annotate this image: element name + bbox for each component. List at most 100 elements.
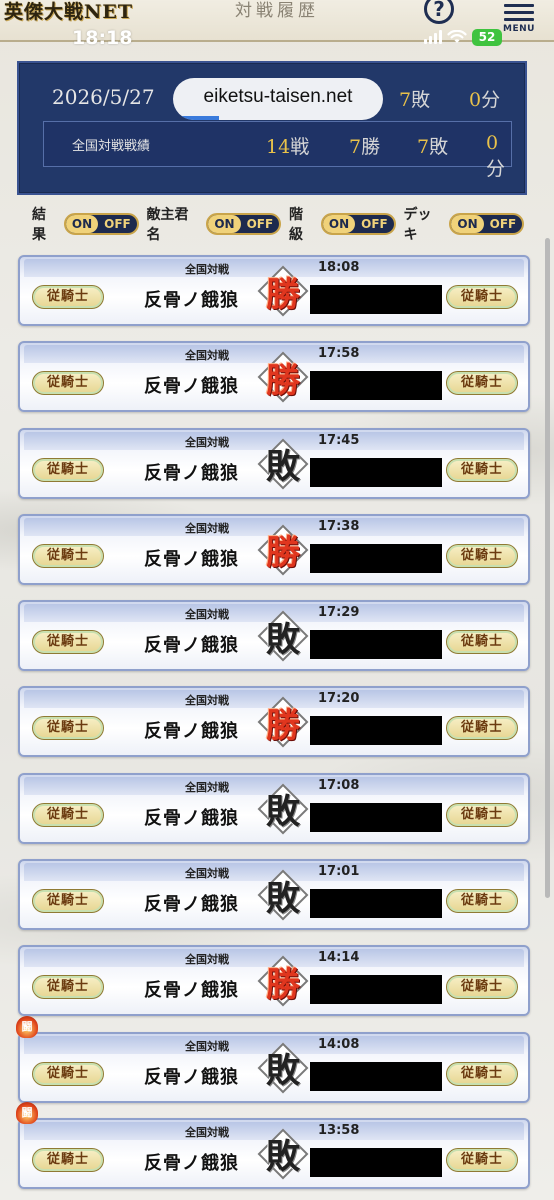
scrollbar[interactable] [545,238,550,898]
result-char: 敗 [266,619,300,660]
match-type: 全国対戦 [185,608,229,622]
rank-toggle[interactable]: ON OFF [320,213,396,235]
redacted-opponent-name [310,802,442,832]
match-row[interactable]: 従騎士 全国対戦 14:14 反骨ノ餓狼 勝 従騎士 [18,945,530,1017]
url-text: eiketsu-taisen.net [203,86,353,107]
page-load-progress [173,116,220,120]
match-type: 全国対戦 [185,521,229,535]
result-char: 勝 [266,705,300,746]
total-draws: 0分 [486,132,506,180]
player-rank-badge: 従騎士 [32,1061,104,1086]
filter-result: 結果 ON OFF [32,204,139,244]
player-rank-badge: 従騎士 [32,1147,104,1172]
opponent-name-toggle[interactable]: ON OFF [206,213,281,235]
match-time: 14:08 [318,1036,360,1052]
flame-badge-icon: 闘 [16,1015,38,1038]
result-emblem: 勝 [257,697,309,748]
national-record-label: 全国対戦戦績 [72,139,151,154]
match-row[interactable]: 従騎士 全国対戦 18:08 反骨ノ餓狼 勝 従騎士 [18,255,530,326]
player-lord-name: 反骨ノ餓狼 [144,462,239,484]
redacted-opponent-name [310,975,442,1005]
result-char: 勝 [266,964,300,1005]
summary-date: 2026/5/27 [52,85,155,109]
flame-badge-icon: 闘 [16,1101,38,1124]
match-type: 全国対戦 [185,953,229,967]
daily-losses: 7敗 [399,89,431,111]
match-row[interactable]: 従騎士 全国対戦 17:45 反骨ノ餓狼 敗 従騎士 [18,427,530,499]
opponent-rank-badge: 従騎士 [446,716,518,741]
page-title: 対戦履歴 [235,1,319,21]
opponent-rank-badge: 従騎士 [446,630,518,655]
match-time: 17:08 [318,777,360,793]
result-char: 敗 [266,447,300,488]
match-type: 全国対戦 [185,780,229,794]
browser-url-bar[interactable]: eiketsu-taisen.net [173,78,383,120]
hamburger-icon [504,4,534,21]
menu-button[interactable]: MENU [500,0,538,34]
match-row[interactable]: 闘 従騎士 全国対戦 13:58 反骨ノ餓狼 敗 従騎士 [16,1101,530,1189]
match-type: 全国対戦 [185,435,229,449]
wifi-icon [447,30,467,43]
menu-label: MENU [503,24,535,34]
match-time: 18:08 [318,260,360,275]
player-lord-name: 反骨ノ餓狼 [144,548,239,570]
status-indicators: 52 [424,26,502,48]
opponent-rank-badge: 従騎士 [446,543,518,568]
match-row[interactable]: 従騎士 全国対戦 17:08 反骨ノ餓狼 敗 従騎士 [18,772,530,844]
deck-toggle[interactable]: ON OFF [449,213,524,235]
match-row[interactable]: 従騎士 全国対戦 17:38 反骨ノ餓狼 勝 従騎士 [18,513,530,585]
player-lord-name: 反骨ノ餓狼 [144,376,239,398]
daily-draws: 0分 [469,89,501,111]
player-lord-name: 反骨ノ餓狼 [144,1066,239,1088]
match-type: 全国対戦 [185,263,229,276]
player-lord-name: 反骨ノ餓狼 [144,290,239,311]
result-char: 敗 [266,1137,300,1178]
player-lord-name: 反骨ノ餓狼 [144,635,239,657]
filter-label: 階級 [288,207,303,243]
redacted-opponent-name [310,1061,442,1091]
result-char: 敗 [266,1051,300,1092]
opponent-rank-badge: 従騎士 [446,285,518,309]
help-button[interactable]: ? [424,0,458,24]
match-row[interactable]: 従騎士 全国対戦 17:01 反骨ノ餓狼 敗 従騎士 [18,859,530,931]
match-time: 17:58 [318,346,360,362]
result-toggle[interactable]: ON OFF [63,213,139,235]
player-lord-name: 反骨ノ餓狼 [144,721,239,743]
match-row[interactable]: 従騎士 全国対戦 17:58 反骨ノ餓狼 勝 従騎士 [18,341,530,413]
match-type: 全国対戦 [185,1039,229,1053]
match-history-list: 従騎士 全国対戦 18:08 反骨ノ餓狼 勝 従騎士 従騎士 全国対戦 17:5… [16,255,530,1200]
match-time: 13:58 [318,1122,360,1138]
redacted-opponent-name [310,630,442,660]
redacted-opponent-name [310,457,442,487]
match-type: 全国対戦 [185,694,229,708]
player-rank-badge: 従騎士 [32,630,104,655]
opponent-rank-badge: 従騎士 [446,371,518,396]
cellular-signal-icon [424,30,442,44]
match-time: 17:38 [318,518,360,534]
filter-bar: 結果 ON OFF 敵主君名 ON OFF 階級 ON OFF デッキ ON OFF [32,207,532,243]
redacted-opponent-name [310,889,442,919]
national-record-row: 全国対戦戦績 14戦 7勝 7敗 0分 [43,121,512,180]
redacted-opponent-name [310,371,442,401]
player-lord-name: 反骨ノ餓狼 [144,807,239,829]
match-type: 全国対戦 [185,1125,229,1139]
result-char: 敗 [266,878,300,919]
player-rank-badge: 従騎士 [32,371,104,396]
opponent-rank-badge: 従騎士 [446,1147,518,1172]
opponent-rank-badge: 従騎士 [446,1061,518,1086]
match-row[interactable]: 闘 従騎士 全国対戦 14:08 反骨ノ餓狼 敗 従騎士 [16,1015,530,1103]
filter-opponent-name: 敵主君名 ON OFF [147,204,281,244]
summary-panel: 2026/5/27 7敗 0分 eiketsu-taisen.net 全国対戦戦… [17,61,527,195]
match-time: 14:14 [318,950,360,966]
total-wins: 7勝 [349,136,381,158]
player-rank-badge: 従騎士 [32,457,104,482]
match-type: 全国対戦 [185,867,229,881]
result-emblem: 敗 [257,610,309,662]
battery-indicator: 52 [472,28,502,46]
result-emblem: 敗 [257,1128,309,1180]
filter-label: 結果 [32,207,46,243]
filter-rank: 階級 ON OFF [289,204,396,244]
match-row[interactable]: 従騎士 全国対戦 17:20 反骨ノ餓狼 勝 従騎士 [18,686,530,758]
match-row[interactable]: 従騎士 全国対戦 17:29 反骨ノ餓狼 敗 従騎士 [18,600,530,672]
result-emblem: 勝 [257,955,309,1007]
